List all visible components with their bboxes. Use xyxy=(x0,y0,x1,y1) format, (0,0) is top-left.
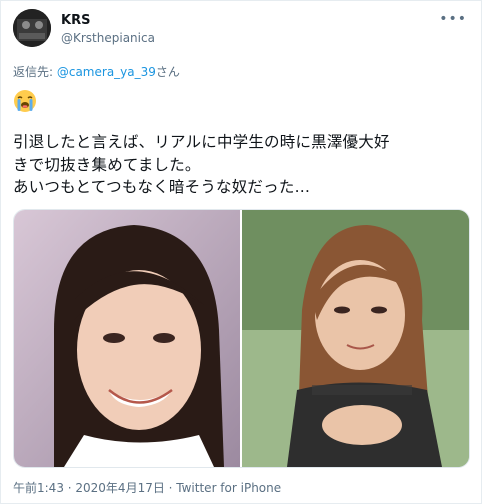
display-name[interactable]: KRS xyxy=(61,13,90,28)
avatar-image xyxy=(13,9,51,47)
reply-suffix: さん xyxy=(155,65,180,79)
reply-prefix: 返信先: xyxy=(13,65,57,79)
media-grid xyxy=(13,209,470,468)
loudly-crying-face-icon xyxy=(13,89,37,113)
tweet-text: 引退したと言えば、リアルに中学生の時に黒澤優大好 きで切抜き集めてました。 あい… xyxy=(13,133,390,196)
ellipsis-icon[interactable]: ••• xyxy=(439,11,467,27)
user-handle[interactable]: @Krsthepianica xyxy=(61,31,155,45)
tweet-header: KRS @Krsthepianica ••• xyxy=(13,9,473,49)
reply-to: 返信先: @camera_ya_39さん xyxy=(13,63,180,80)
tweet-timestamp[interactable]: 午前1:43 · 2020年4月17日 · Twitter for iPhone xyxy=(13,479,281,496)
tweet-card: KRS @Krsthepianica ••• 返信先: @camera_ya_3… xyxy=(0,0,482,504)
photo-left[interactable] xyxy=(14,210,240,467)
reply-mention[interactable]: @camera_ya_39 xyxy=(57,65,156,79)
avatar[interactable] xyxy=(13,9,51,47)
photo-right[interactable] xyxy=(242,210,469,467)
